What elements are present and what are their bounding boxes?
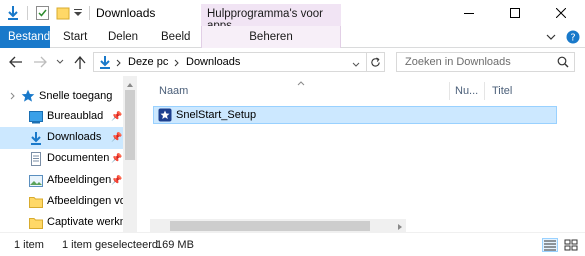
navigation-pane-scrollbar[interactable] bbox=[123, 76, 137, 232]
tab-delen[interactable]: Delen bbox=[100, 26, 146, 48]
tab-beheren[interactable]: Beheren bbox=[201, 26, 341, 48]
pin-icon[interactable]: 📌 bbox=[111, 111, 122, 122]
details-view-button[interactable] bbox=[542, 238, 558, 252]
sidebar-item-label: Afbeeldingen vo bbox=[47, 195, 123, 207]
star-icon bbox=[21, 89, 35, 106]
context-tab-header: Hulpprogramma's voor apps bbox=[201, 4, 341, 32]
recent-locations-chevron-icon[interactable] bbox=[55, 53, 65, 71]
search-input[interactable]: Zoeken in Downloads bbox=[396, 52, 575, 72]
item-count: 1 item bbox=[14, 239, 44, 251]
column-divider[interactable] bbox=[484, 82, 485, 100]
customize-toolbar-chevron-icon[interactable] bbox=[74, 4, 84, 22]
up-arrow-icon[interactable] bbox=[73, 53, 87, 71]
selection-count: 1 item geselecteerd bbox=[62, 239, 158, 251]
sidebar-item-label: Captivate werkm bbox=[47, 216, 123, 228]
column-divider[interactable] bbox=[449, 82, 450, 100]
sort-ascending-icon bbox=[297, 77, 305, 89]
column-header-naam[interactable]: Naam bbox=[159, 80, 188, 102]
scrollbar-thumb[interactable] bbox=[125, 90, 135, 160]
downloads-folder-icon bbox=[29, 131, 43, 145]
ribbon-tab-bar: Bestand Start Delen Beeld Beheren ? bbox=[0, 26, 585, 48]
title-bar: Downloads Hulpprogramma's voor apps bbox=[0, 0, 585, 32]
refresh-icon bbox=[371, 56, 380, 67]
navigation-pane: Snelle toegang Bureaublad 📌 Downloads 📌 … bbox=[0, 76, 137, 232]
large-icons-view-icon bbox=[564, 239, 578, 251]
file-row[interactable]: SnelStart_Setup bbox=[153, 106, 557, 124]
minimize-button[interactable] bbox=[446, 0, 492, 26]
desktop-folder-icon bbox=[29, 110, 43, 124]
folder-icon bbox=[29, 195, 43, 209]
breadcrumb-chevron-icon[interactable] bbox=[174, 58, 179, 70]
horizontal-scrollbar[interactable] bbox=[150, 219, 406, 233]
status-bar: 1 item 1 item geselecteerd 169 MB bbox=[0, 232, 585, 256]
folder-icon bbox=[29, 216, 43, 230]
tab-bestand[interactable]: Bestand bbox=[0, 26, 50, 48]
pictures-folder-icon bbox=[29, 174, 43, 188]
expand-chevron-icon[interactable] bbox=[10, 91, 16, 103]
downloads-location-icon bbox=[98, 55, 112, 72]
file-name: SnelStart_Setup bbox=[176, 109, 257, 121]
pin-icon[interactable]: 📌 bbox=[111, 175, 122, 186]
breadcrumb-chevron-icon[interactable] bbox=[116, 58, 121, 70]
column-header-nummer[interactable]: Nu... bbox=[455, 80, 478, 102]
toolbar-divider bbox=[27, 6, 28, 20]
search-icon[interactable] bbox=[557, 56, 569, 71]
pin-icon[interactable]: 📌 bbox=[111, 132, 122, 143]
window-title: Downloads bbox=[96, 6, 156, 20]
maximize-button[interactable] bbox=[492, 0, 538, 26]
close-button[interactable] bbox=[538, 0, 584, 26]
quick-access-properties-icon[interactable] bbox=[6, 4, 22, 22]
selection-size: 169 MB bbox=[156, 239, 194, 251]
file-list: Naam Nu... Titel SnelStart_Setup bbox=[137, 76, 585, 232]
sidebar-item-label: Snelle toegang bbox=[39, 90, 113, 102]
tab-start[interactable]: Start bbox=[55, 26, 95, 48]
toolbar-divider bbox=[89, 6, 90, 20]
forward-arrow-icon[interactable] bbox=[32, 53, 48, 71]
sidebar-item-documenten[interactable]: Documenten 📌 bbox=[0, 148, 123, 170]
svg-text:?: ? bbox=[570, 33, 575, 44]
refresh-button[interactable] bbox=[366, 53, 384, 71]
tab-beeld[interactable]: Beeld bbox=[153, 26, 198, 48]
large-icons-view-button[interactable] bbox=[563, 238, 579, 252]
back-arrow-icon[interactable] bbox=[8, 53, 24, 71]
help-icon[interactable]: ? bbox=[566, 26, 580, 48]
app-setup-icon bbox=[158, 108, 172, 122]
breadcrumb-downloads[interactable]: Downloads bbox=[186, 56, 240, 68]
sidebar-item-downloads[interactable]: Downloads 📌 bbox=[0, 127, 123, 149]
address-bar[interactable]: Deze pc Downloads bbox=[93, 52, 385, 72]
breadcrumb-deze-pc[interactable]: Deze pc bbox=[128, 56, 168, 68]
sidebar-item-afbeeldingen-vo[interactable]: Afbeeldingen vo bbox=[0, 191, 123, 213]
search-placeholder: Zoeken in Downloads bbox=[405, 56, 511, 68]
properties-checkbox-icon[interactable] bbox=[36, 4, 50, 22]
new-folder-icon[interactable] bbox=[56, 4, 70, 22]
scrollbar-thumb[interactable] bbox=[170, 221, 370, 231]
documents-folder-icon bbox=[29, 152, 43, 166]
sidebar-item-bureaublad[interactable]: Bureaublad 📌 bbox=[0, 106, 123, 128]
expand-ribbon-chevron-icon[interactable] bbox=[546, 26, 556, 48]
sidebar-item-afbeeldingen[interactable]: Afbeeldingen 📌 bbox=[0, 170, 123, 192]
sidebar-item-captivate[interactable]: Captivate werkm bbox=[0, 212, 123, 234]
sidebar-item-snelle-toegang[interactable]: Snelle toegang bbox=[0, 86, 123, 108]
column-header-titel[interactable]: Titel bbox=[492, 80, 512, 102]
details-view-icon bbox=[544, 240, 556, 251]
pin-icon[interactable]: 📌 bbox=[111, 153, 122, 164]
address-history-chevron-icon[interactable] bbox=[352, 59, 360, 71]
